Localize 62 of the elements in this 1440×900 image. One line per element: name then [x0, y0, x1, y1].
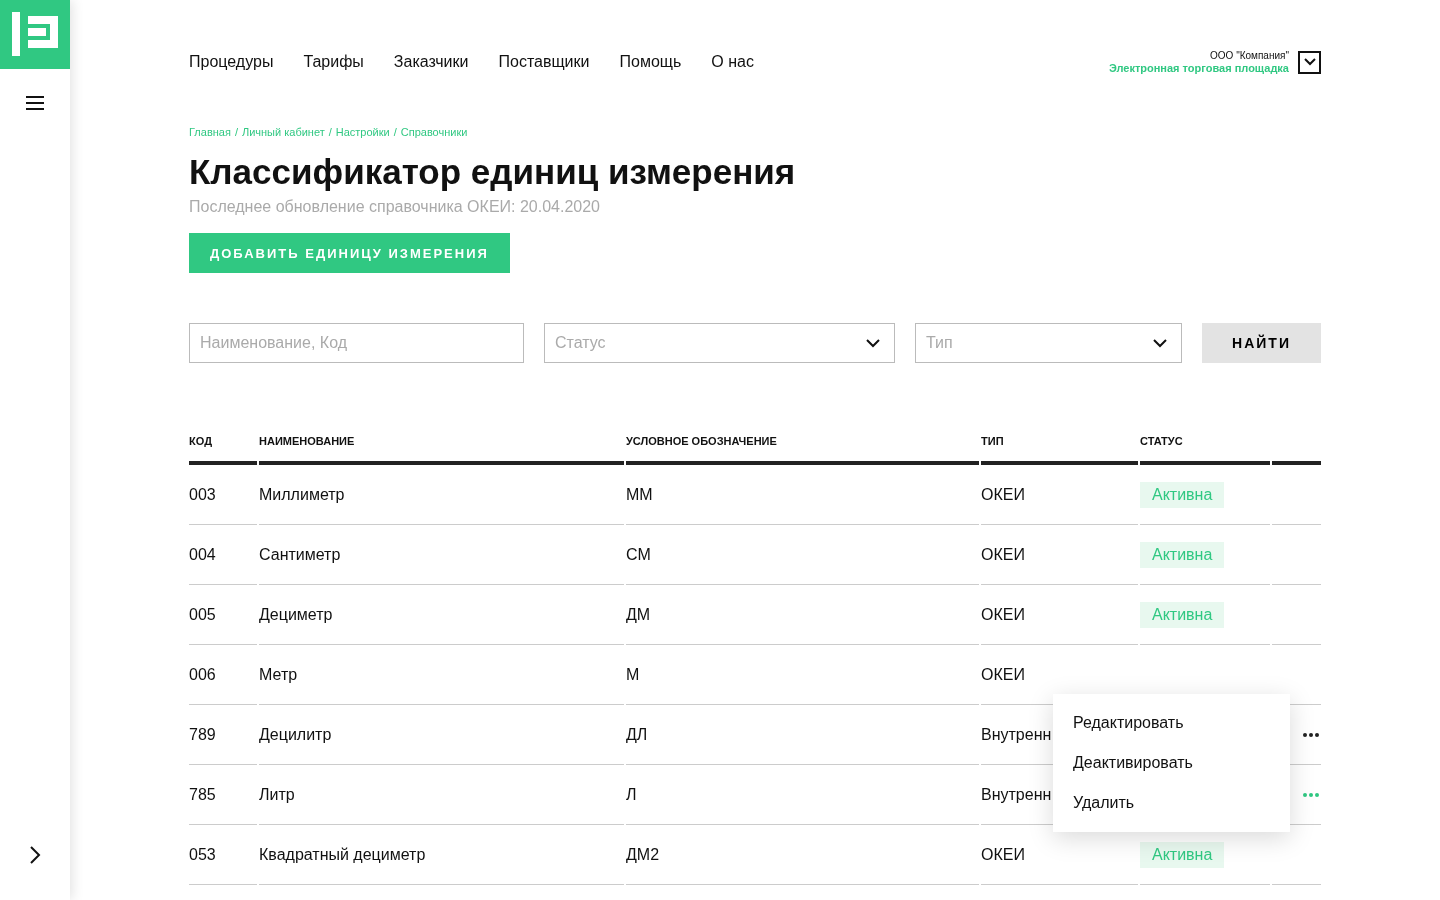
table-cell: СМ: [626, 545, 651, 564]
column-header: КОД: [189, 435, 212, 447]
table-cell: 789: [189, 725, 216, 744]
table-cell: М: [626, 665, 640, 684]
table-cell: Внутренн: [981, 725, 1052, 744]
column-header: НАИМЕНОВАНИЕ: [259, 435, 355, 447]
table-cell: Децилитр: [259, 725, 332, 744]
nav-link[interactable]: Заказчики: [393, 53, 469, 71]
table-cell: ОКЕИ: [981, 845, 1025, 864]
more-icon[interactable]: [1303, 732, 1319, 737]
nav-link[interactable]: О нас: [711, 53, 754, 71]
status-badge: Активна: [1140, 481, 1225, 508]
chevron-down-icon: [1153, 338, 1167, 348]
chevron-down-icon: [1303, 58, 1316, 66]
status-badge: Активна: [1140, 601, 1225, 628]
chevron-down-icon: [866, 338, 880, 348]
column-header: УСЛОВНОЕ ОБОЗНАЧЕНИЕ: [626, 435, 777, 447]
account-dropdown-button[interactable]: [1298, 50, 1321, 74]
table-cell: Дециметр: [259, 605, 333, 624]
menu-icon[interactable]: [26, 96, 44, 110]
nav-link[interactable]: Процедуры: [189, 53, 274, 71]
status-badge: Активна: [1140, 541, 1225, 568]
table-cell: Л: [626, 785, 637, 804]
breadcrumb-separator: /: [393, 126, 397, 138]
table-cell: ОКЕИ: [981, 545, 1025, 564]
table-cell: ДМ2: [626, 845, 660, 864]
table-cell: ОКЕИ: [981, 605, 1025, 624]
search-field[interactable]: Наименование, Код: [189, 323, 524, 363]
update-note: Последнее обновление справочника ОКЕИ: 20.04.2020: [189, 198, 601, 216]
table-cell: ММ: [626, 485, 653, 504]
table-cell: Миллиметр: [259, 485, 345, 504]
table-cell: Внутренн: [981, 785, 1052, 804]
table-cell: Сантиметр: [259, 545, 341, 564]
table-cell: Метр: [259, 665, 298, 684]
chevron-right-icon[interactable]: [29, 845, 41, 865]
menu-item[interactable]: Редактировать: [1053, 703, 1290, 743]
platform-name: Электронная торговая площадка: [1108, 62, 1289, 74]
table-cell: Квадратный дециметр: [259, 845, 426, 864]
find-button[interactable]: НАЙТИ: [1202, 323, 1321, 363]
breadcrumb-separator: /: [328, 126, 332, 138]
table-cell: 003: [189, 485, 216, 504]
table-cell: 005: [189, 605, 216, 624]
nav-link[interactable]: Помощь: [619, 53, 682, 71]
table-cell: 004: [189, 545, 216, 564]
page-title: Классификатор единиц измерения: [189, 152, 797, 192]
company-name: ООО "Компания": [1210, 50, 1289, 62]
table-cell: ОКЕИ: [981, 665, 1025, 684]
table-cell: Литр: [259, 785, 295, 804]
table-cell: 053: [189, 845, 216, 864]
column-header: ТИП: [981, 435, 1004, 447]
menu-item[interactable]: Удалить: [1053, 783, 1290, 823]
column-header: СТАТУС: [1140, 435, 1183, 447]
nav-link[interactable]: Тарифы: [303, 53, 364, 71]
table-cell: 785: [189, 785, 216, 804]
breadcrumb-separator: /: [234, 126, 238, 138]
table-cell: ДМ: [626, 605, 651, 624]
table-cell: ОКЕИ: [981, 485, 1025, 504]
nav-link[interactable]: Поставщики: [498, 53, 590, 71]
status-badge: Активна: [1140, 841, 1225, 868]
table-cell: ДЛ: [626, 725, 648, 744]
table-cell: 006: [189, 665, 216, 684]
menu-item[interactable]: Деактивировать: [1053, 743, 1290, 783]
